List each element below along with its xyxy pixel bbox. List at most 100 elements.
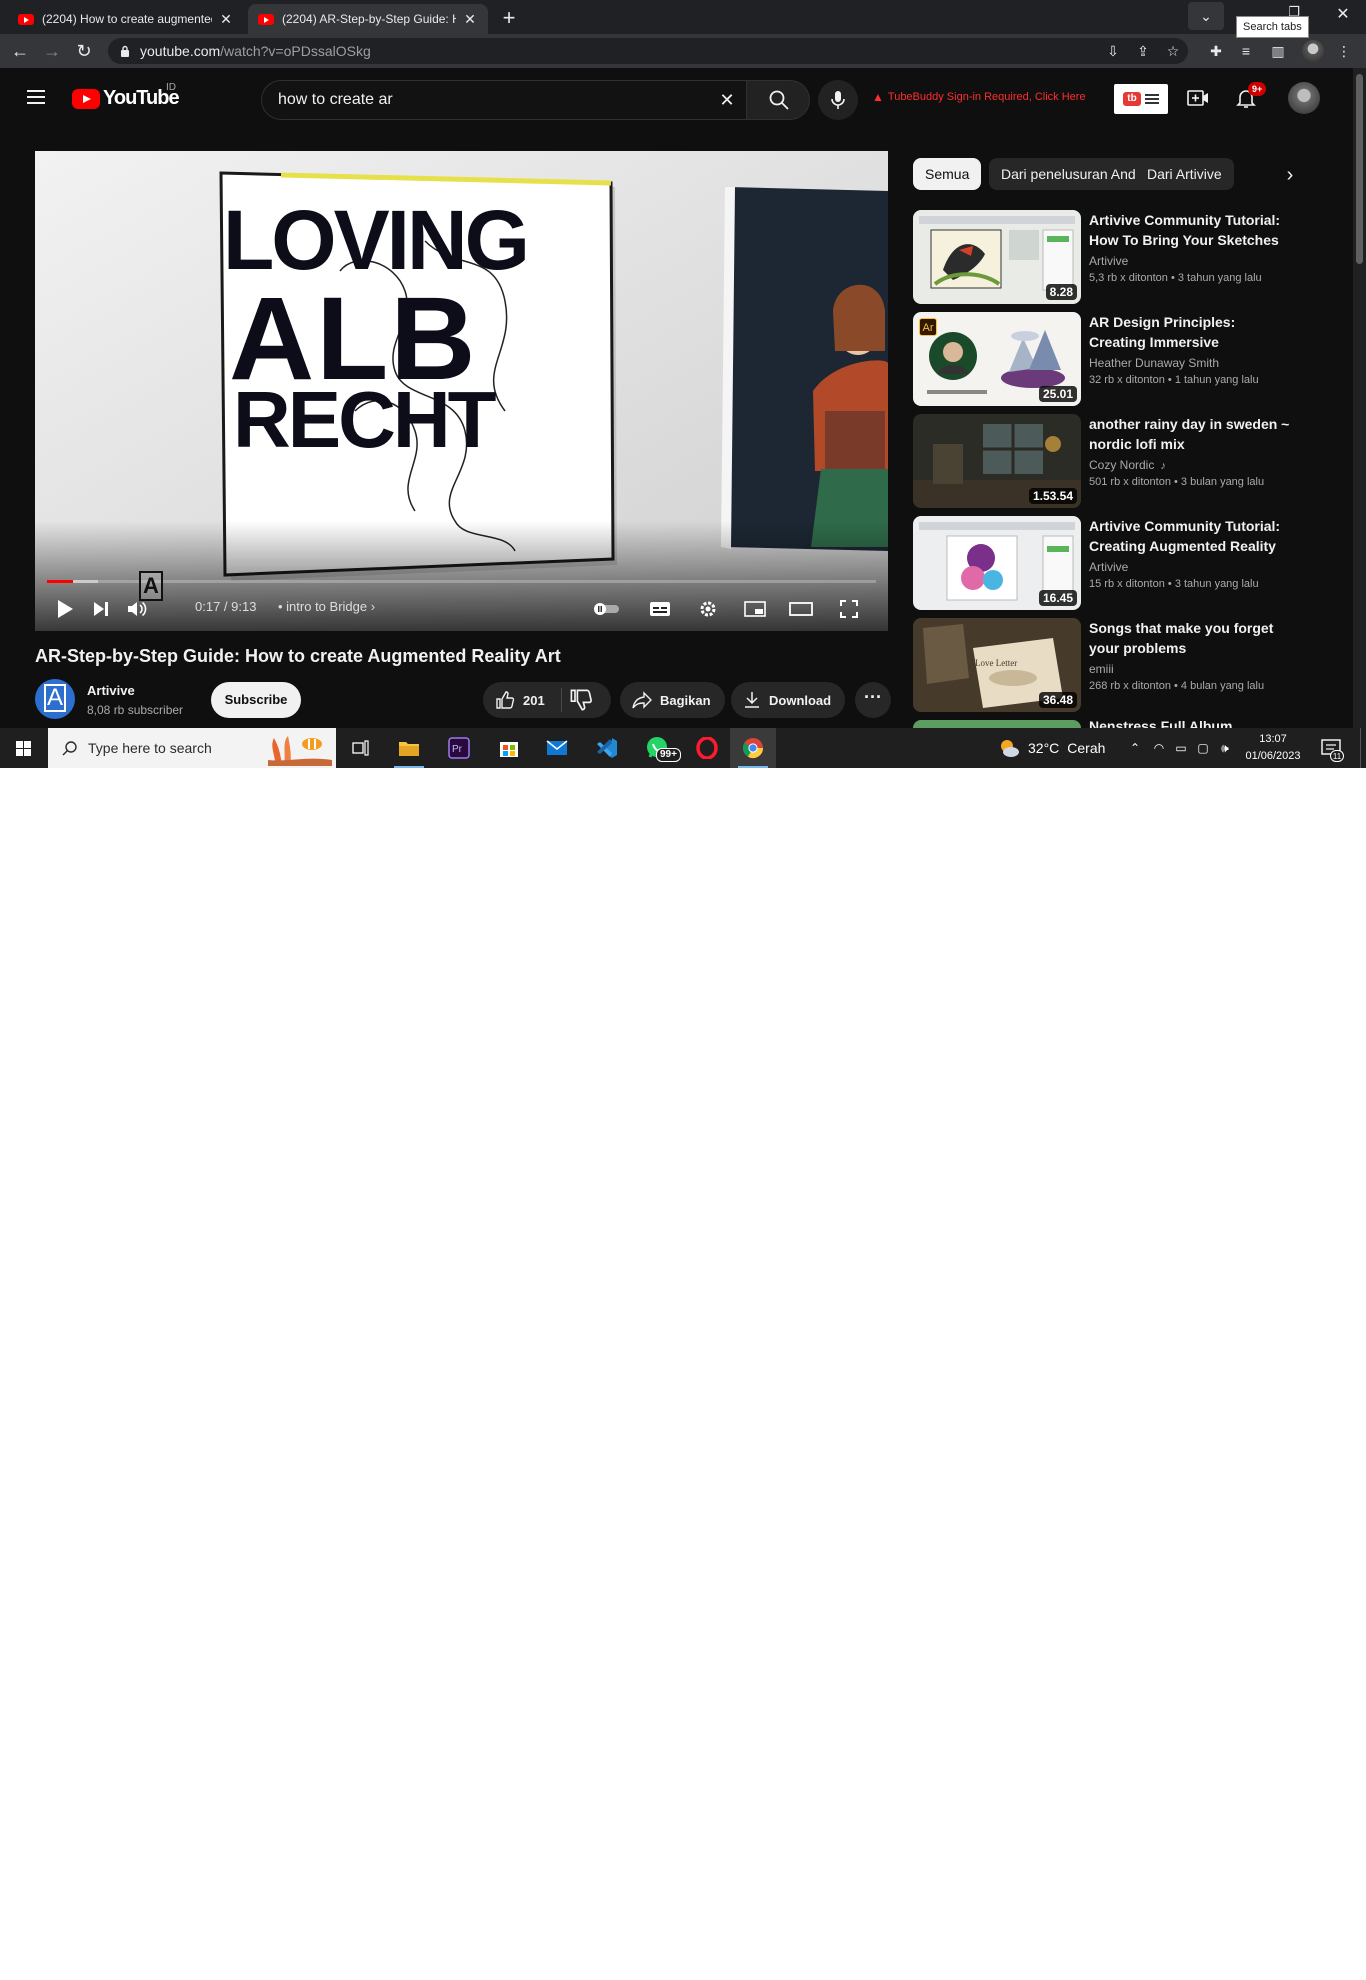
video-thumbnail[interactable]: 16.45	[913, 516, 1081, 610]
side-panel-icon[interactable]: ▥	[1268, 41, 1288, 61]
search-input[interactable]: how to create ar ✕	[261, 80, 747, 120]
recommendation-item[interactable]: 16.45 Artivive Community Tutorial: Creat…	[913, 516, 1353, 610]
settings-button[interactable]	[690, 591, 726, 627]
recommendation-channel[interactable]: Artivive	[1089, 254, 1128, 268]
tab-close-icon[interactable]: ✕	[462, 11, 478, 27]
microsoft-store-button[interactable]	[486, 728, 532, 768]
tubebuddy-button[interactable]: tb	[1114, 84, 1168, 114]
hamburger-menu-icon[interactable]	[24, 86, 48, 110]
next-button[interactable]	[83, 591, 119, 627]
fullscreen-button[interactable]	[831, 591, 867, 627]
speaker-icon[interactable]: 🕪	[1216, 739, 1234, 757]
premiere-pro-button[interactable]: Pr	[436, 728, 482, 768]
vscode-button[interactable]	[584, 728, 630, 768]
thumbs-down-icon[interactable]	[569, 688, 593, 712]
recommendation-item-partial[interactable]: Nenstress Full Album	[913, 720, 1353, 728]
mail-button[interactable]	[534, 728, 580, 768]
opera-button[interactable]	[684, 728, 730, 768]
browser-menu-icon[interactable]: ⋮	[1334, 41, 1354, 61]
chevron-right-icon[interactable]: ›	[1278, 164, 1302, 188]
reload-button[interactable]: ↻	[72, 39, 96, 63]
create-video-icon[interactable]	[1186, 86, 1210, 110]
progress-bar[interactable]	[47, 580, 876, 583]
page-scrollbar[interactable]	[1353, 68, 1366, 728]
recommendation-channel[interactable]: emiii	[1089, 662, 1114, 676]
bookmark-star-icon[interactable]: ☆	[1164, 42, 1182, 60]
video-thumbnail[interactable]: 8.28	[913, 210, 1081, 304]
play-button[interactable]	[47, 591, 83, 627]
recommendation-item[interactable]: 1.53.54 another rainy day in sweden ~ no…	[913, 414, 1353, 508]
meet-now-icon[interactable]: ▢	[1194, 739, 1212, 757]
video-thumbnail[interactable]: Love Letter 36.48	[913, 618, 1081, 712]
recommendation-title[interactable]: AR Design Principles: Creating Immersive…	[1089, 312, 1295, 352]
battery-icon[interactable]: ▭	[1172, 739, 1190, 757]
user-avatar[interactable]	[1288, 82, 1320, 114]
recommendation-title[interactable]: Songs that make you forget your problems	[1089, 618, 1295, 658]
subscribe-button[interactable]: Subscribe	[211, 682, 301, 718]
share-page-icon[interactable]: ⇪	[1134, 42, 1152, 60]
chevron-up-icon[interactable]: ⌃	[1126, 739, 1144, 757]
recommendation-title[interactable]: Artivive Community Tutorial: How To Brin…	[1089, 210, 1295, 250]
download-button[interactable]: Download	[731, 682, 846, 718]
more-actions-button[interactable]: ···	[855, 682, 891, 718]
chip-from-channel[interactable]: Dari Artivive	[1135, 158, 1234, 190]
forward-button[interactable]: →	[40, 39, 64, 63]
install-app-icon[interactable]: ⇩	[1104, 42, 1122, 60]
subtitles-button[interactable]	[642, 591, 678, 627]
chip-all[interactable]: Semua	[913, 158, 982, 190]
thumbnail-caption: Love Letter	[975, 658, 1018, 668]
miniplayer-button[interactable]	[737, 591, 773, 627]
video-thumbnail[interactable]: Ar 25.01	[913, 312, 1081, 406]
recommendation-channel[interactable]: Artivive	[1089, 560, 1128, 574]
extensions-icon[interactable]: ✚	[1206, 41, 1226, 61]
recommendation-title[interactable]: Artivive Community Tutorial: Creating Au…	[1089, 516, 1295, 556]
chapter-title-button[interactable]: • intro to Bridge ›	[278, 599, 375, 614]
video-player[interactable]: LOVING ALB RECHT A 0:17 / 9:13 • intro t…	[35, 151, 888, 631]
poster-line-3: RECHT	[233, 375, 497, 464]
video-thumbnail[interactable]	[913, 720, 1081, 728]
tubebuddy-signin-warning[interactable]: ▲ TubeBuddy Sign-in Required, Click Here	[872, 90, 1086, 104]
windows-start-icon[interactable]	[8, 736, 38, 760]
mute-button[interactable]	[119, 591, 155, 627]
address-bar[interactable]: youtube.com/watch?v=oPDssalOSkg ⇩ ⇪ ☆	[108, 38, 1188, 64]
channel-name[interactable]: Artivive	[87, 683, 135, 698]
share-button[interactable]: Bagikan	[620, 682, 725, 718]
back-button[interactable]: ←	[8, 39, 32, 63]
scrollbar-thumb[interactable]	[1356, 74, 1363, 264]
weather-widget[interactable]: 32°C Cerah	[998, 728, 1105, 768]
window-close-button[interactable]: ✕	[1328, 3, 1358, 27]
wifi-icon[interactable]: ◠	[1150, 739, 1168, 757]
channel-avatar[interactable]: A	[35, 679, 75, 719]
reading-list-icon[interactable]: ≡	[1236, 41, 1256, 61]
browser-profile-avatar[interactable]	[1302, 40, 1324, 62]
whatsapp-button[interactable]: 99+	[634, 728, 681, 768]
recommendation-item[interactable]: Love Letter 36.48 Songs that make you fo…	[913, 618, 1353, 712]
taskbar-search-box[interactable]: Type here to search	[48, 728, 336, 768]
browser-tab-strip: (2204) How to create augmented ✕ (2204) …	[0, 0, 1366, 38]
tab-close-icon[interactable]: ✕	[218, 11, 234, 27]
recommendation-item[interactable]: Ar 25.01 AR Design Principles: Creating …	[913, 312, 1353, 406]
recommendation-title[interactable]: another rainy day in sweden ~ nordic lof…	[1089, 414, 1295, 454]
youtube-logo[interactable]: YouTube	[72, 87, 180, 110]
voice-search-button[interactable]	[818, 80, 858, 120]
chip-from-search[interactable]: Dari penelusuran Anda	[989, 158, 1156, 190]
recommendation-item[interactable]: 8.28 Artivive Community Tutorial: How To…	[913, 210, 1353, 304]
recommendation-channel[interactable]: Heather Dunaway Smith	[1089, 356, 1219, 370]
tab-search-button[interactable]: ⌄	[1188, 2, 1224, 30]
theater-mode-button[interactable]	[783, 591, 819, 627]
recommendation-title[interactable]: Nenstress Full Album	[1089, 720, 1232, 728]
chrome-button[interactable]	[730, 728, 776, 768]
autoplay-toggle[interactable]	[588, 591, 624, 627]
show-desktop-button[interactable]	[1360, 728, 1366, 768]
video-thumbnail[interactable]: 1.53.54	[913, 414, 1081, 508]
new-tab-button[interactable]: +	[496, 6, 522, 32]
browser-tab-1[interactable]: (2204) How to create augmented ✕	[8, 4, 244, 34]
browser-tab-2-active[interactable]: (2204) AR-Step-by-Step Guide: H ✕	[248, 4, 488, 34]
file-explorer-button[interactable]	[386, 728, 432, 768]
system-clock[interactable]: 13:07 01/06/2023	[1238, 731, 1308, 765]
search-button[interactable]	[746, 80, 810, 120]
clear-search-icon[interactable]: ✕	[717, 90, 737, 110]
like-button[interactable]: 201	[483, 682, 561, 718]
task-view-button[interactable]	[338, 728, 384, 768]
recommendation-channel[interactable]: Cozy Nordic ♪	[1089, 458, 1166, 472]
